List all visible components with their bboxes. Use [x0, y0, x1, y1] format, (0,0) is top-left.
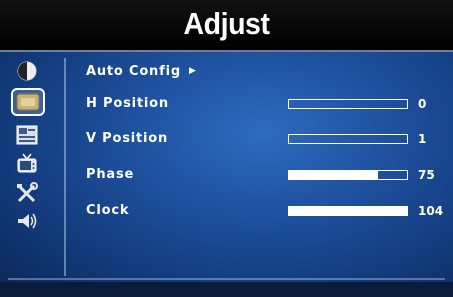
v-position-value: 1: [418, 132, 427, 146]
horizontal-divider: [8, 278, 445, 280]
clock-slider[interactable]: [288, 206, 408, 216]
osd-screen: Adjust Auto Config ▶ H Position 0 V Posi…: [0, 0, 453, 297]
h-position-slider[interactable]: [288, 99, 408, 109]
brightness-contrast-icon[interactable]: [11, 58, 43, 84]
phase-value: 75: [418, 168, 435, 182]
h-position-label: H Position: [86, 96, 169, 111]
h-position-item[interactable]: H Position: [86, 96, 169, 116]
v-position-slider[interactable]: [288, 134, 408, 144]
clock-slider-fill: [289, 207, 407, 215]
adjust-screen-icon[interactable]: [11, 88, 45, 116]
clock-value: 104: [418, 204, 444, 218]
phase-slider[interactable]: [288, 170, 408, 180]
title-bar: Adjust: [0, 0, 453, 52]
clock-label: Clock: [86, 203, 130, 218]
vertical-divider: [64, 58, 66, 276]
page-title: Adjust: [183, 6, 270, 41]
bottom-bar: [0, 282, 453, 297]
v-position-label: V Position: [86, 131, 169, 146]
submenu-arrow-icon: ▶: [188, 66, 197, 76]
menu-icon-column: [8, 56, 46, 276]
auto-config-item[interactable]: Auto Config ▶: [86, 64, 197, 84]
audio-icon[interactable]: [11, 208, 43, 234]
phase-label: Phase: [86, 167, 135, 182]
phase-item[interactable]: Phase: [86, 167, 134, 187]
tools-icon[interactable]: [11, 180, 43, 206]
v-position-item[interactable]: V Position: [86, 131, 168, 151]
auto-config-label: Auto Config: [86, 64, 181, 79]
phase-slider-fill: [289, 171, 378, 179]
h-position-value: 0: [418, 97, 427, 111]
image-settings-icon[interactable]: [11, 122, 43, 148]
tv-icon[interactable]: [11, 150, 43, 176]
clock-item[interactable]: Clock: [86, 203, 129, 223]
